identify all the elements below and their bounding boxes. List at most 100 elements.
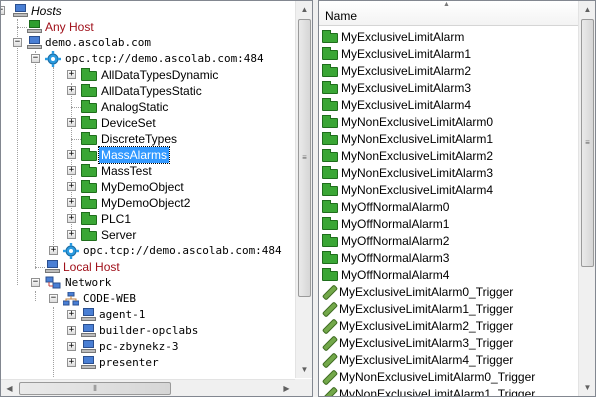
expand-icon[interactable]: + bbox=[67, 118, 76, 127]
expand-icon[interactable]: + bbox=[49, 246, 58, 255]
expand-icon[interactable]: + bbox=[67, 70, 76, 79]
tree-node-demo-ascolab[interactable]: − demo.ascolab.com bbox=[13, 35, 153, 51]
list-item-label: MyNonExclusiveLimitAlarm3 bbox=[341, 165, 494, 180]
list-item[interactable]: MyNonExclusiveLimitAlarm0 bbox=[319, 113, 493, 130]
tree-node-computer[interactable]: + agent-1 bbox=[67, 307, 147, 323]
collapse-icon[interactable]: − bbox=[31, 54, 40, 63]
folder-icon bbox=[322, 267, 338, 281]
tree-node-folder[interactable]: AnalogStatic bbox=[71, 99, 170, 115]
collapse-icon[interactable]: − bbox=[49, 294, 58, 303]
expand-icon[interactable]: + bbox=[67, 310, 76, 319]
tree-node-folder[interactable]: + MyDemoObject2 bbox=[67, 195, 192, 211]
tree-node-hosts[interactable]: − Hosts bbox=[1, 3, 64, 19]
tree-node-folder[interactable]: + DeviceSet bbox=[67, 115, 158, 131]
tree-node-folder[interactable]: + AllDataTypesDynamic bbox=[67, 67, 220, 83]
list-item[interactable]: MyExclusiveLimitAlarm0_Trigger bbox=[319, 283, 513, 300]
list-item[interactable]: MyNonExclusiveLimitAlarm3 bbox=[319, 164, 493, 181]
tree-node-local-host[interactable]: Local Host bbox=[35, 259, 122, 275]
folder-icon bbox=[81, 180, 97, 193]
list-item[interactable]: MyNonExclusiveLimitAlarm2 bbox=[319, 147, 493, 164]
list-item[interactable]: MyExclusiveLimitAlarm3 bbox=[319, 79, 471, 96]
items-list-panel[interactable]: ▲ Name MyExclusiveLimitAlarm MyExclusiveL… bbox=[318, 0, 596, 397]
collapse-icon[interactable]: − bbox=[31, 278, 40, 287]
list-item[interactable]: MyOffNormalAlarm1 bbox=[319, 215, 449, 232]
folder-icon bbox=[322, 199, 338, 213]
list-item-label: MyOffNormalAlarm1 bbox=[341, 216, 450, 231]
list-item[interactable]: MyOffNormalAlarm0 bbox=[319, 198, 449, 215]
list-vertical-scrollbar[interactable]: ▲ ≡ ▼ bbox=[578, 1, 595, 396]
scroll-up-icon[interactable]: ▲ bbox=[579, 1, 595, 18]
trigger-icon bbox=[322, 353, 336, 367]
list-item[interactable]: MyOffNormalAlarm3 bbox=[319, 249, 449, 266]
tree-node-folder[interactable]: DiscreteTypes bbox=[71, 131, 179, 147]
expand-icon[interactable]: + bbox=[67, 86, 76, 95]
scroll-up-icon[interactable]: ▲ bbox=[296, 1, 312, 18]
list-item[interactable]: MyExclusiveLimitAlarm2_Trigger bbox=[319, 317, 513, 334]
list-item[interactable]: MyExclusiveLimitAlarm1 bbox=[319, 45, 471, 62]
tree-node-folder[interactable]: + MassTest bbox=[67, 163, 154, 179]
column-header-name[interactable]: ▲ Name bbox=[319, 1, 579, 26]
list-item[interactable]: MyExclusiveLimitAlarm1_Trigger bbox=[319, 300, 513, 317]
tree-vertical-scrollbar[interactable]: ▲ ≡ ▼ bbox=[295, 1, 312, 378]
list-item[interactable]: MyNonExclusiveLimitAlarm1_Trigger bbox=[319, 385, 535, 397]
list-item[interactable]: MyOffNormalAlarm4 bbox=[319, 266, 449, 283]
tree-node-opc-server-1[interactable]: − opc.tcp://demo.ascolab.com:484 bbox=[31, 51, 266, 67]
list-item[interactable]: MyExclusiveLimitAlarm4_Trigger bbox=[319, 351, 513, 368]
folder-icon bbox=[322, 46, 338, 60]
list-item[interactable]: MyOffNormalAlarm2 bbox=[319, 232, 449, 249]
list-item-label: MyNonExclusiveLimitAlarm0_Trigger bbox=[339, 369, 536, 384]
tree-node-computer[interactable]: + presenter bbox=[67, 355, 161, 371]
tree-node-label: AllDataTypesDynamic bbox=[101, 68, 219, 82]
scrollbar-thumb[interactable]: ⦀ bbox=[19, 382, 171, 395]
network-icon bbox=[62, 291, 80, 306]
computer-icon bbox=[81, 308, 96, 322]
tree-node-folder[interactable]: + AllDataTypesStatic bbox=[67, 83, 204, 99]
expand-icon[interactable]: + bbox=[67, 198, 76, 207]
list-item-label: MyExclusiveLimitAlarm1 bbox=[341, 46, 472, 61]
collapse-icon[interactable]: − bbox=[13, 38, 22, 47]
scroll-left-icon[interactable]: ◀ bbox=[1, 380, 18, 396]
list-item-label: MyExclusiveLimitAlarm0_Trigger bbox=[339, 284, 514, 299]
tree-node-folder[interactable]: + PLC1 bbox=[67, 211, 133, 227]
list-item[interactable]: MyExclusiveLimitAlarm3_Trigger bbox=[319, 334, 513, 351]
expand-icon[interactable]: + bbox=[67, 358, 76, 367]
tree-node-label: Server bbox=[101, 228, 137, 242]
list-item[interactable]: MyExclusiveLimitAlarm4 bbox=[319, 96, 471, 113]
tree-node-computer[interactable]: + builder-opclabs bbox=[67, 323, 200, 339]
scrollbar-thumb[interactable]: ≡ bbox=[298, 19, 311, 297]
tree-node-folder[interactable]: + Server bbox=[67, 227, 138, 243]
scroll-down-icon[interactable]: ▼ bbox=[579, 379, 595, 396]
expand-icon[interactable]: + bbox=[67, 230, 76, 239]
hosts-tree-panel[interactable]: − Hosts Any Host − demo.ascolab.com − op… bbox=[0, 0, 313, 397]
tree-node-any-host[interactable]: Any Host bbox=[17, 19, 96, 35]
tree-node-computer[interactable]: + pc-zbynekz-3 bbox=[67, 339, 180, 355]
scroll-down-icon[interactable]: ▼ bbox=[296, 361, 312, 378]
tree-node-mass-alarms[interactable]: + MassAlarms bbox=[67, 146, 171, 164]
tree-node-label: Any Host bbox=[45, 20, 94, 34]
expand-icon[interactable]: + bbox=[67, 166, 76, 175]
scroll-right-icon[interactable]: ▶ bbox=[278, 380, 295, 396]
expand-icon[interactable]: + bbox=[67, 342, 76, 351]
list-item[interactable]: MyNonExclusiveLimitAlarm4 bbox=[319, 181, 493, 198]
tree-node-folder[interactable]: + MyDemoObject bbox=[67, 179, 186, 195]
expand-icon[interactable]: + bbox=[67, 326, 76, 335]
tree-horizontal-scrollbar[interactable]: ◀ ⦀ ▶ bbox=[1, 379, 295, 396]
list-item-label: MyNonExclusiveLimitAlarm4 bbox=[341, 182, 494, 197]
list-item[interactable]: MyExclusiveLimitAlarm bbox=[319, 28, 464, 45]
expand-icon[interactable]: + bbox=[67, 182, 76, 191]
tree-node-network[interactable]: − Network bbox=[31, 275, 113, 291]
list-item[interactable]: MyNonExclusiveLimitAlarm1 bbox=[319, 130, 493, 147]
folder-icon bbox=[322, 97, 338, 111]
tree-node-opc-server-2[interactable]: + opc.tcp://demo.ascolab.com:484 bbox=[49, 243, 284, 259]
expand-icon[interactable]: + bbox=[67, 214, 76, 223]
list-item[interactable]: MyExclusiveLimitAlarm2 bbox=[319, 62, 471, 79]
tree-node-code-web[interactable]: − CODE-WEB bbox=[49, 291, 138, 307]
tree-node-label: AllDataTypesStatic bbox=[101, 84, 202, 98]
folder-icon bbox=[81, 148, 97, 161]
scrollbar-thumb[interactable]: ≡ bbox=[581, 19, 594, 267]
list-item[interactable]: MyNonExclusiveLimitAlarm0_Trigger bbox=[319, 368, 535, 385]
tree-node-label: MassTest bbox=[101, 164, 152, 178]
folder-icon bbox=[322, 250, 338, 264]
expand-icon[interactable]: + bbox=[67, 150, 76, 159]
collapse-icon[interactable]: − bbox=[1, 6, 5, 15]
